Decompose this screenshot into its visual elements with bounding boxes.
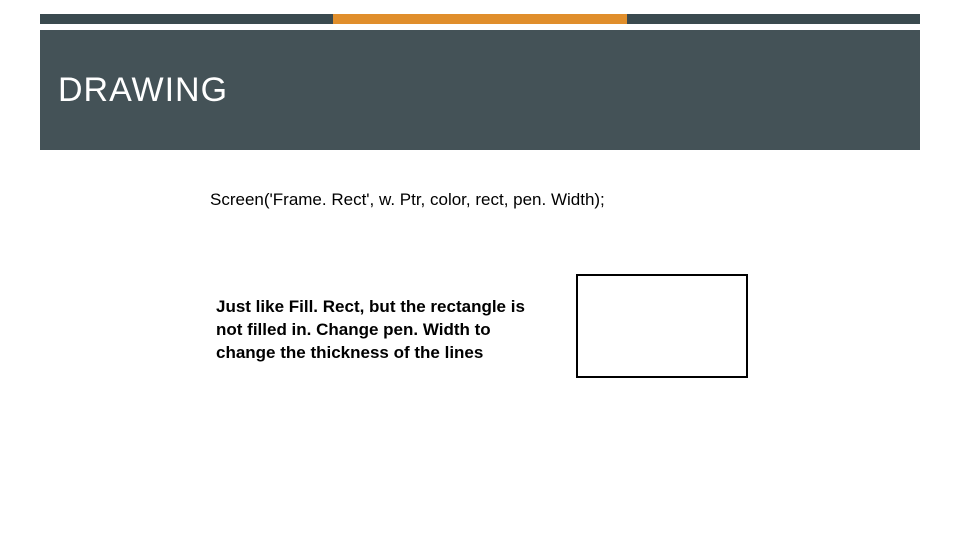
accent-segment-right xyxy=(627,14,920,24)
accent-bar xyxy=(40,14,920,24)
content-area: Screen('Frame. Rect', w. Ptr, color, rec… xyxy=(210,190,840,210)
frame-rect-illustration xyxy=(576,274,748,378)
title-band: DRAWING xyxy=(40,30,920,150)
description-text: Just like Fill. Rect, but the rectangle … xyxy=(216,296,536,365)
page-title: DRAWING xyxy=(58,71,228,110)
accent-segment-left xyxy=(40,14,333,24)
body-row: Just like Fill. Rect, but the rectangle … xyxy=(216,296,840,378)
code-line: Screen('Frame. Rect', w. Ptr, color, rec… xyxy=(210,190,840,210)
accent-segment-middle xyxy=(333,14,626,24)
